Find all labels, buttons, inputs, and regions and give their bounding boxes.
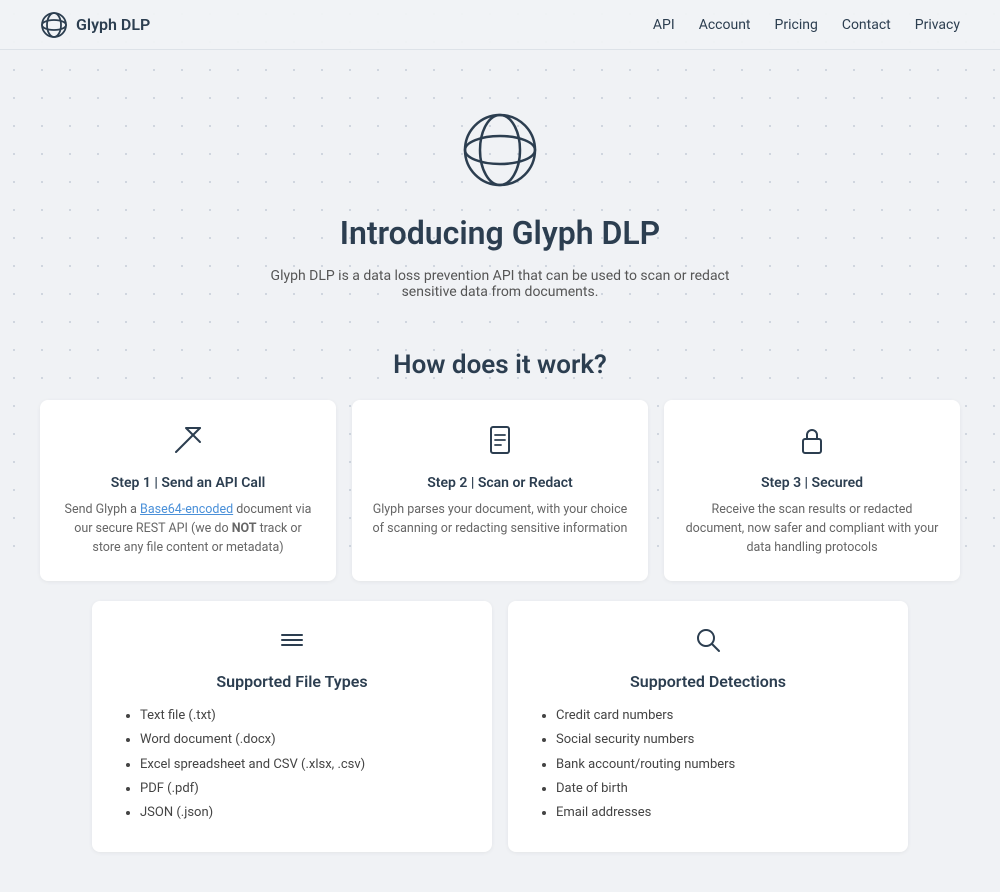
detections-title: Supported Detections <box>536 672 880 691</box>
step-3-card: Step 3 | Secured Receive the scan result… <box>664 400 960 581</box>
step-1-title: Step 1 | Send an API Call <box>60 475 316 491</box>
step-3-description: Receive the scan results or redacted doc… <box>684 501 940 557</box>
list-item: JSON (.json) <box>140 804 464 822</box>
base64-link[interactable]: Base64-encoded <box>140 502 233 517</box>
navbar: Glyph DLP API Account Pricing Contact Pr… <box>0 0 1000 50</box>
main-content: Introducing Glyph DLP Glyph DLP is a dat… <box>0 50 1000 892</box>
lock-icon <box>684 424 940 463</box>
file-types-list: Text file (.txt) Word document (.docx) E… <box>120 707 464 822</box>
hero-title: Introducing Glyph DLP <box>40 214 960 252</box>
step-1-description: Send Glyph a Base64-encoded document via… <box>60 501 316 557</box>
file-types-icon <box>120 625 464 662</box>
search-icon <box>536 625 880 662</box>
nav-links: API Account Pricing Contact Privacy <box>653 17 960 33</box>
send-icon <box>60 424 316 463</box>
nav-account[interactable]: Account <box>699 17 751 33</box>
detections-list: Credit card numbers Social security numb… <box>536 707 880 822</box>
bottom-cards-row: Supported File Types Text file (.txt) Wo… <box>40 601 960 852</box>
step-2-card: Step 2 | Scan or Redact Glyph parses you… <box>352 400 648 581</box>
nav-pricing[interactable]: Pricing <box>775 17 818 33</box>
list-item: Credit card numbers <box>556 707 880 725</box>
detections-card: Supported Detections Credit card numbers… <box>508 601 908 852</box>
nav-contact[interactable]: Contact <box>842 17 891 33</box>
document-icon <box>372 424 628 463</box>
list-item: Text file (.txt) <box>140 707 464 725</box>
steps-row: Step 1 | Send an API Call Send Glyph a B… <box>40 400 960 581</box>
nav-privacy[interactable]: Privacy <box>915 17 960 33</box>
list-item: Social security numbers <box>556 731 880 749</box>
list-item: PDF (.pdf) <box>140 780 464 798</box>
step-1-card: Step 1 | Send an API Call Send Glyph a B… <box>40 400 336 581</box>
list-item: Word document (.docx) <box>140 731 464 749</box>
nav-api[interactable]: API <box>653 17 675 33</box>
file-types-title: Supported File Types <box>120 672 464 691</box>
brand-link[interactable]: Glyph DLP <box>40 11 150 39</box>
step-2-title: Step 2 | Scan or Redact <box>372 475 628 491</box>
step-3-title: Step 3 | Secured <box>684 475 940 491</box>
glyph-logo-icon <box>40 11 68 39</box>
how-it-works-title: How does it work? <box>40 350 960 380</box>
hero-logo-icon <box>460 110 540 190</box>
hero-subtitle: Glyph DLP is a data loss prevention API … <box>250 268 750 300</box>
list-item: Date of birth <box>556 780 880 798</box>
list-item: Bank account/routing numbers <box>556 756 880 774</box>
hero-section: Introducing Glyph DLP Glyph DLP is a dat… <box>40 90 960 330</box>
file-types-card: Supported File Types Text file (.txt) Wo… <box>92 601 492 852</box>
list-item: Excel spreadsheet and CSV (.xlsx, .csv) <box>140 756 464 774</box>
step-2-description: Glyph parses your document, with your ch… <box>372 501 628 539</box>
brand-name: Glyph DLP <box>76 15 150 34</box>
list-item: Email addresses <box>556 804 880 822</box>
